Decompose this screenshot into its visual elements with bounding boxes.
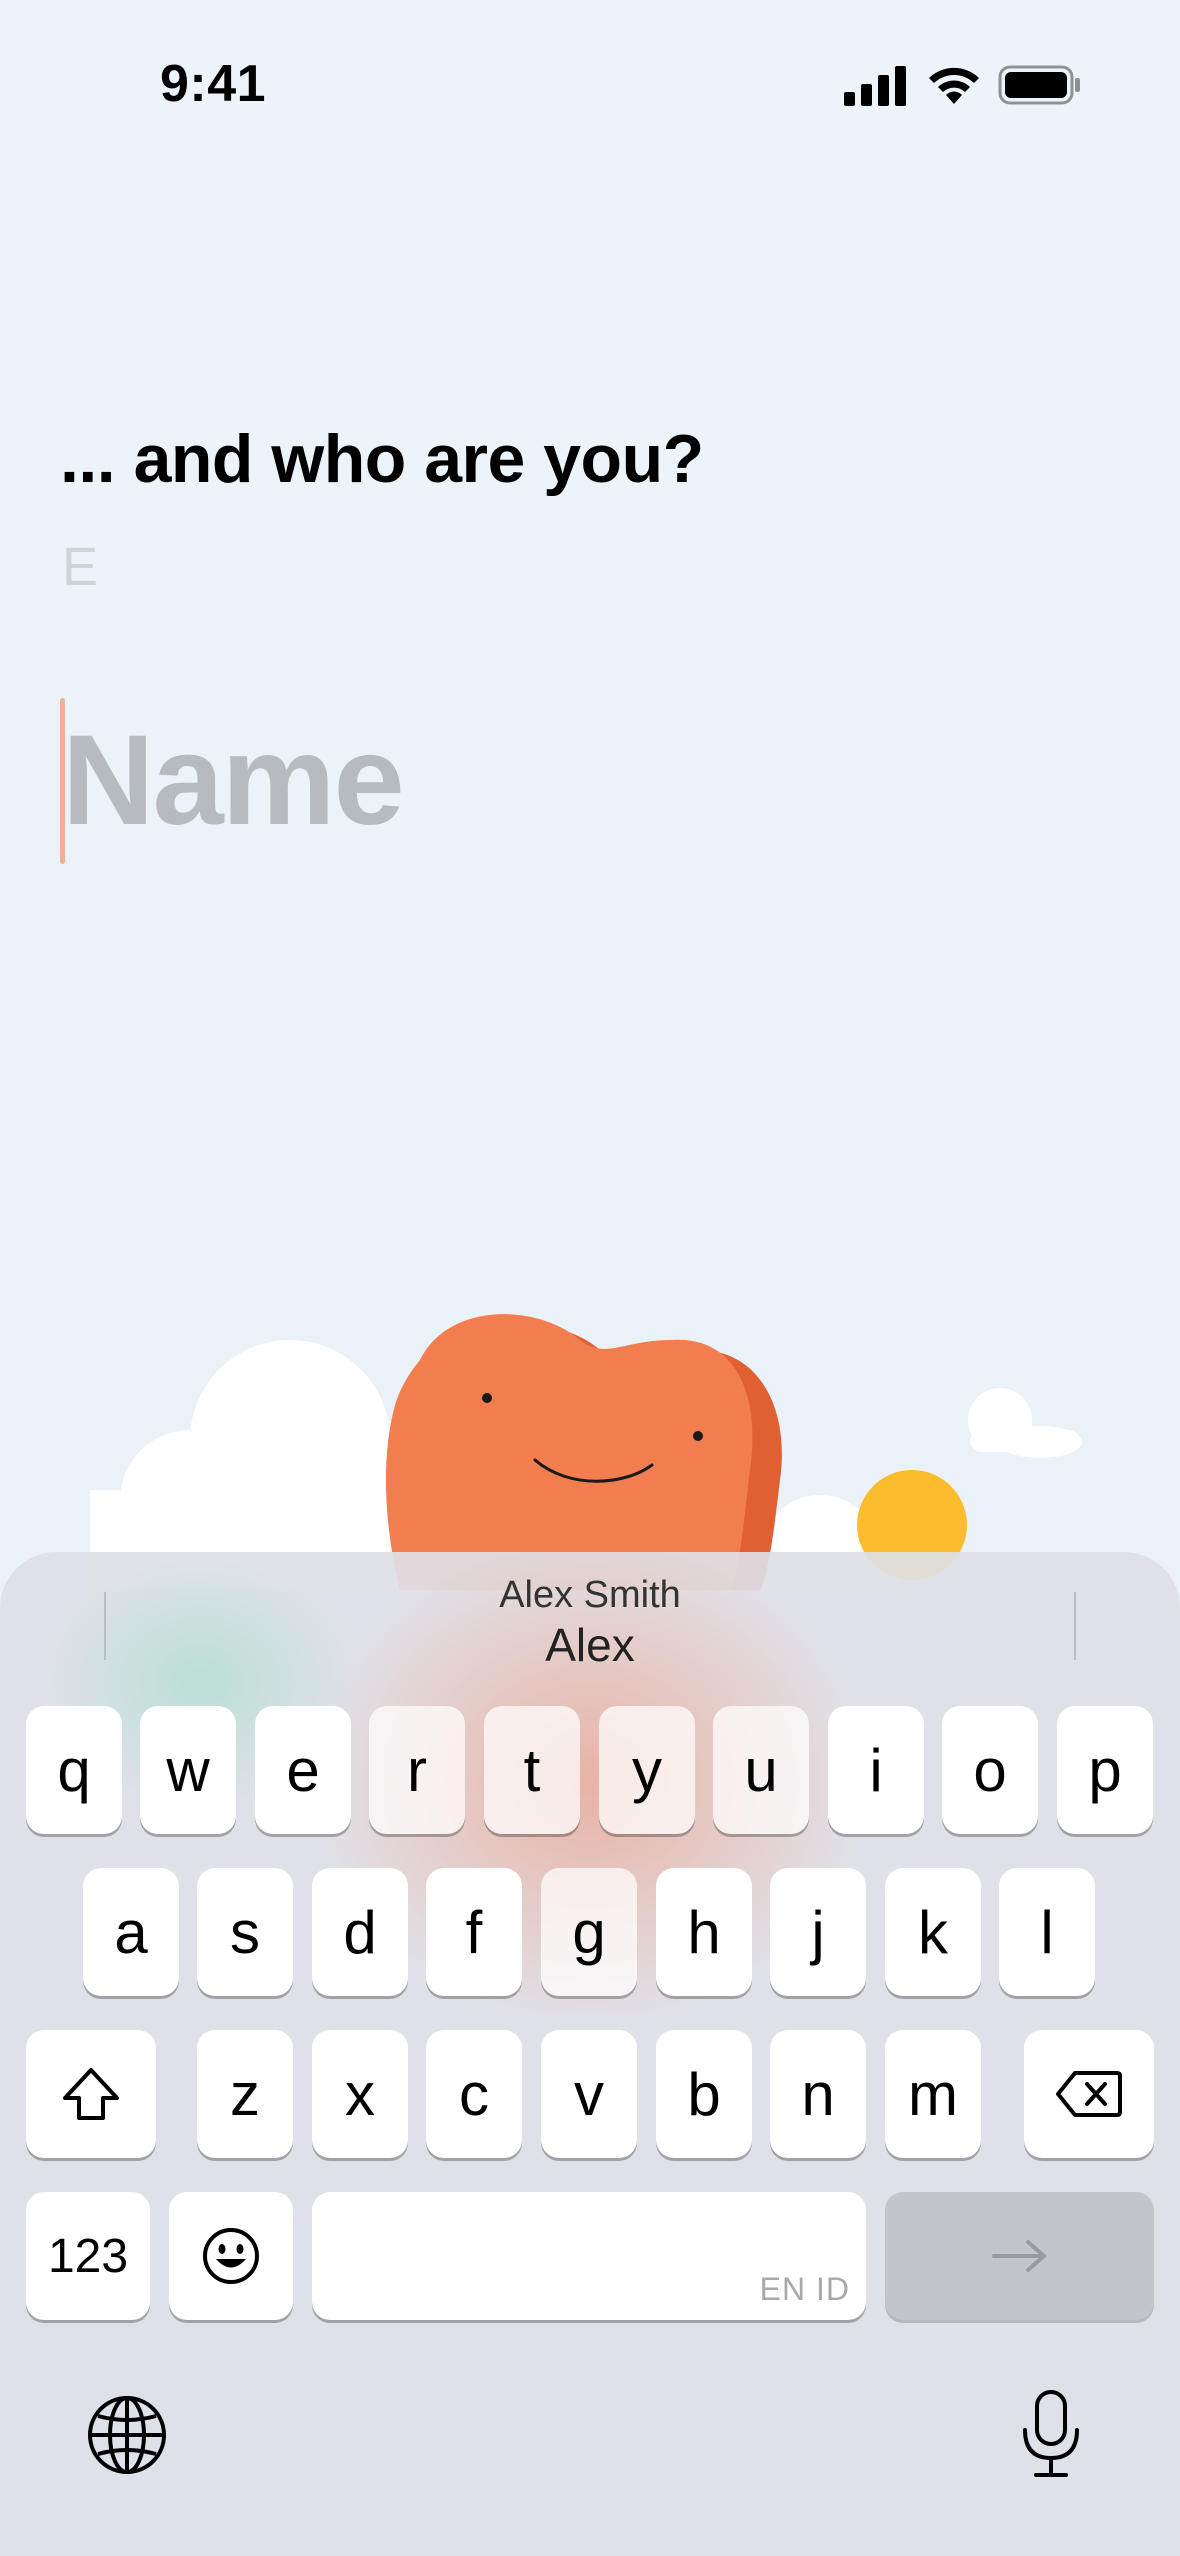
shift-icon — [63, 2068, 119, 2120]
predictive-suggestion-bar: Alex Smith Alex — [0, 1552, 1180, 1682]
key-d[interactable]: d — [312, 1868, 408, 1996]
key-t[interactable]: t — [484, 1706, 580, 1834]
key-m[interactable]: m — [885, 2030, 981, 2158]
key-j[interactable]: j — [770, 1868, 866, 1996]
space-language-label: EN ID — [759, 2271, 850, 2307]
key-o[interactable]: o — [942, 1706, 1038, 1834]
key-y[interactable]: y — [599, 1706, 695, 1834]
key-u[interactable]: u — [713, 1706, 809, 1834]
key-w[interactable]: w — [140, 1706, 236, 1834]
hint-letter: E — [62, 537, 99, 597]
keyboard: Alex Smith Alex q w e r t y u i o p a s … — [0, 1552, 1180, 2556]
key-b[interactable]: b — [656, 2030, 752, 2158]
key-a[interactable]: a — [83, 1868, 179, 1996]
suggestion-full-name[interactable]: Alex Smith — [0, 1574, 1180, 1617]
key-q[interactable]: q — [26, 1706, 122, 1834]
key-l[interactable]: l — [999, 1868, 1095, 1996]
emoji-icon — [203, 2228, 259, 2284]
key-i[interactable]: i — [828, 1706, 924, 1834]
key-g[interactable]: g — [541, 1868, 637, 1996]
key-k[interactable]: k — [885, 1868, 981, 1996]
delete-key[interactable] — [1024, 2030, 1154, 2158]
mascot-illustration — [90, 1314, 1082, 1590]
shift-key[interactable] — [26, 2030, 156, 2158]
key-r[interactable]: r — [369, 1706, 465, 1834]
mascot — [385, 1314, 782, 1590]
return-key[interactable] — [885, 2192, 1154, 2320]
key-f[interactable]: f — [426, 1868, 522, 1996]
emoji-key[interactable] — [169, 2192, 293, 2320]
battery-icon — [998, 65, 1080, 105]
globe-icon[interactable] — [86, 2394, 168, 2476]
key-x[interactable]: x — [312, 2030, 408, 2158]
key-e[interactable]: e — [255, 1706, 351, 1834]
arrow-right-icon — [991, 2240, 1046, 2272]
cloud-right-small — [968, 1388, 1082, 1458]
prompt-question: ... and who are you? — [60, 421, 704, 497]
key-z[interactable]: z — [197, 2030, 293, 2158]
key-c[interactable]: c — [426, 2030, 522, 2158]
onboarding-screen: 9:41 ... and who are you? E Name Alex Sm… — [0, 0, 1180, 2556]
numbers-key[interactable]: 123 — [26, 2192, 150, 2320]
space-key[interactable]: EN ID — [312, 2192, 866, 2320]
status-bar: 9:41 — [0, 0, 1180, 170]
status-time: 9:41 — [160, 55, 267, 113]
key-n[interactable]: n — [770, 2030, 866, 2158]
suggestion-first-name[interactable]: Alex — [0, 1618, 1180, 1672]
wifi-icon — [929, 67, 979, 104]
key-s[interactable]: s — [197, 1868, 293, 1996]
key-p[interactable]: p — [1057, 1706, 1153, 1834]
microphone-icon[interactable] — [1020, 2388, 1082, 2480]
delete-icon — [1056, 2071, 1122, 2117]
name-input[interactable] — [62, 700, 962, 860]
key-h[interactable]: h — [656, 1868, 752, 1996]
cellular-signal-icon — [844, 66, 906, 106]
key-v[interactable]: v — [541, 2030, 637, 2158]
